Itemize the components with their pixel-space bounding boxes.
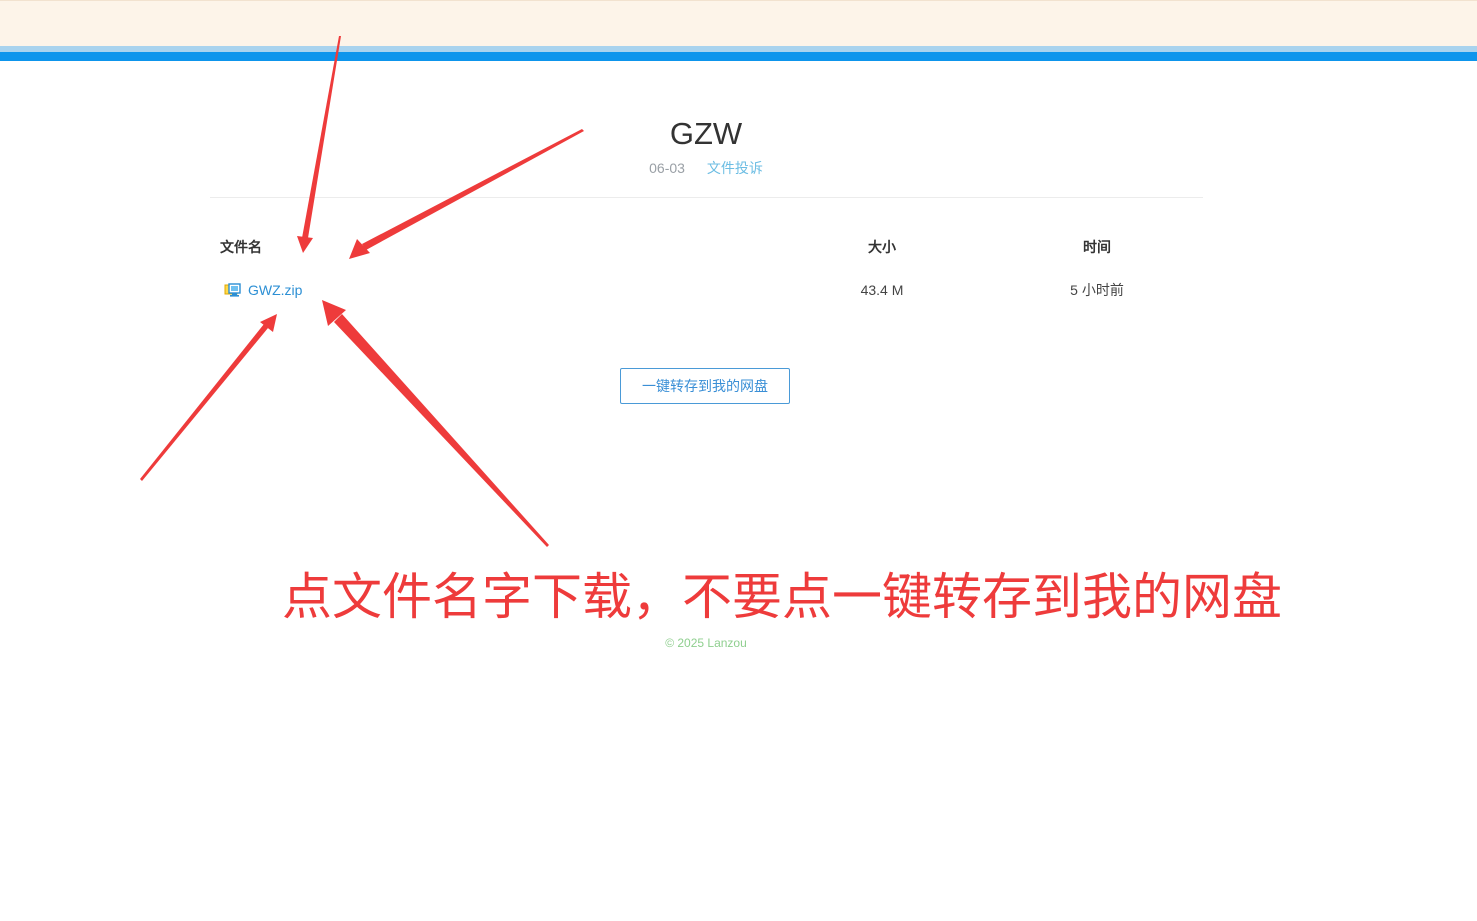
share-date: 06-03: [649, 160, 685, 176]
archive-file-icon: [224, 282, 242, 298]
report-file-link[interactable]: 文件投诉: [707, 160, 763, 176]
file-size: 43.4 M: [860, 282, 904, 298]
annotation-text: 点文件名字下载，不要点一键转存到我的网盘: [282, 568, 1282, 626]
share-title: GZW: [669, 116, 743, 151]
arrow-mark: [349, 239, 370, 259]
file-time: 5 小时前: [1070, 282, 1124, 298]
column-header-time: 时间: [1083, 239, 1111, 255]
share-meta: 06-03 文件投诉: [0, 158, 1412, 178]
file-name-link[interactable]: GWZ.zip: [248, 281, 302, 299]
file-row: GWZ.zip 43.4 M 5 小时前: [210, 276, 1203, 304]
arrow-mark: [297, 236, 313, 253]
save-to-drive-button[interactable]: 一键转存到我的网盘: [620, 368, 790, 404]
column-header-size: 大小: [868, 239, 896, 255]
arrow-mark: [260, 314, 277, 332]
top-banner: [0, 0, 1477, 47]
header-divider: [210, 197, 1203, 198]
arrow-mark: [140, 324, 268, 481]
top-accent-line: [0, 52, 1477, 61]
arrow-mark: [334, 314, 549, 547]
page: GZW 06-03 文件投诉 文件名 大小 时间 GWZ.zip 43.4 M …: [0, 0, 1477, 921]
footer-copyright: © 2025 Lanzou: [665, 636, 747, 650]
column-header-name: 文件名: [220, 239, 262, 255]
